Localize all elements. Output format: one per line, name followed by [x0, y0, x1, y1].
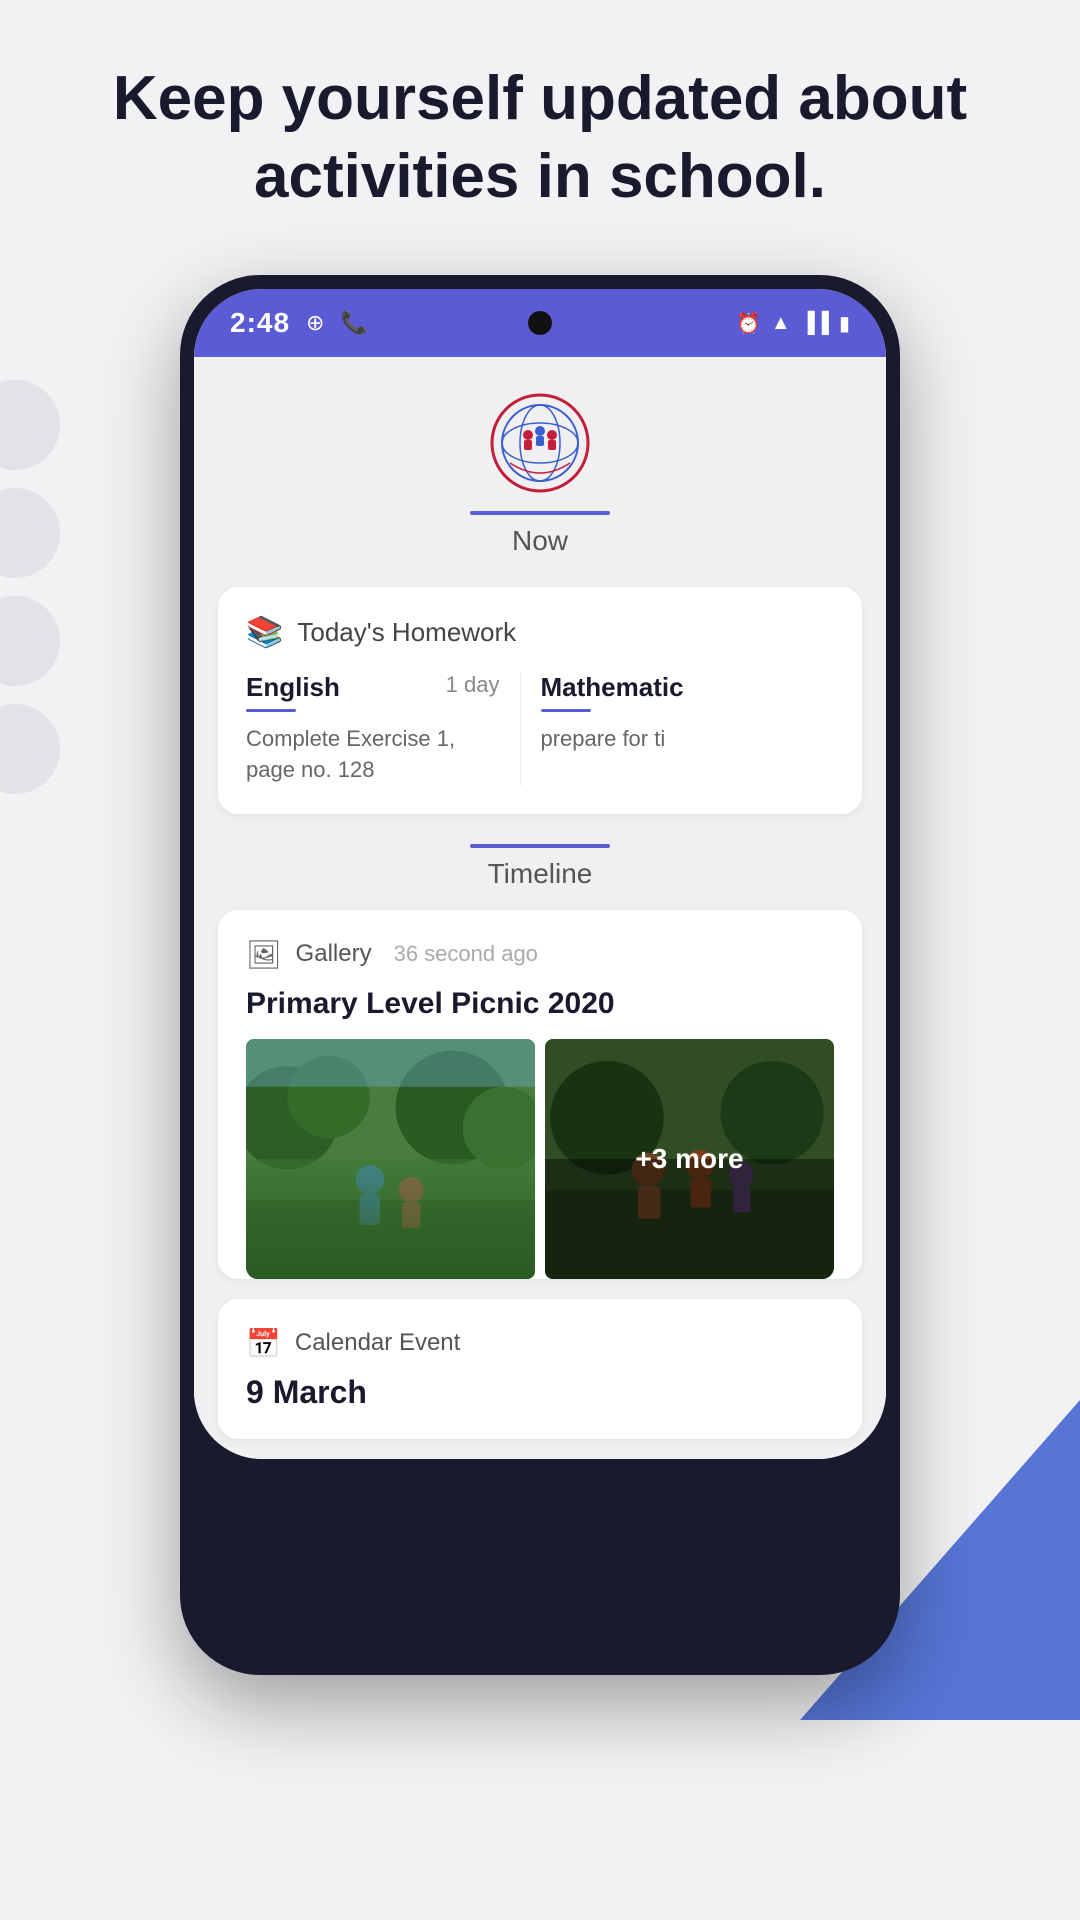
subject-task-english: Complete Exercise 1, page no. 128	[246, 726, 455, 782]
timeline-label[interactable]: Timeline	[488, 858, 593, 890]
gallery-title: Primary Level Picnic 2020	[246, 987, 834, 1021]
status-icons-right: ⏰ ▲ ▐▐ ▮	[736, 311, 850, 336]
subject-task-math: prepare for ti	[541, 726, 666, 751]
hero-title: Keep yourself updated about activities i…	[0, 60, 1080, 215]
subject-math[interactable]: Mathematic prepare for ti	[541, 672, 815, 786]
battery-icon: ▮	[839, 311, 850, 336]
subject-name-english: English	[246, 672, 340, 703]
subject-header-english: English 1 day	[246, 672, 500, 709]
bg-circles	[0, 380, 60, 794]
gallery-time: 36 second ago	[394, 941, 538, 967]
subject-underline-math	[541, 709, 591, 712]
subject-english[interactable]: English 1 day Complete Exercise 1, page …	[246, 672, 521, 786]
whatsapp-icon: 📞	[340, 310, 367, 336]
calendar-icon: 📅	[246, 1327, 281, 1360]
timeline-tab-indicator	[470, 844, 610, 848]
homework-subjects: English 1 day Complete Exercise 1, page …	[246, 672, 834, 786]
more-count-label: +3 more	[635, 1143, 743, 1175]
gallery-icon: 🖼	[246, 938, 282, 971]
subject-underline-english	[246, 709, 296, 712]
maps-icon: ⊕	[306, 310, 324, 336]
more-overlay[interactable]: +3 more	[545, 1039, 834, 1279]
homework-card[interactable]: 📚 Today's Homework English 1 day Complet…	[218, 587, 862, 814]
front-camera	[528, 311, 552, 335]
gallery-card[interactable]: 🖼 Gallery 36 second ago Primary Level Pi…	[218, 910, 862, 1279]
now-tab-label[interactable]: Now	[512, 525, 568, 557]
gallery-grid: +3 more	[246, 1039, 834, 1279]
wifi-icon: ▲	[771, 312, 791, 335]
gallery-card-meta: 🖼 Gallery 36 second ago	[246, 938, 834, 971]
subject-name-math: Mathematic	[541, 672, 684, 703]
calendar-type: Calendar Event	[295, 1329, 460, 1357]
now-tab-indicator	[470, 511, 610, 515]
status-bar: 2:48 ⊕ 📞 ⏰ ▲ ▐▐ ▮	[194, 289, 886, 357]
bg-circle-3	[0, 596, 60, 686]
phone-screen: 2:48 ⊕ 📞 ⏰ ▲ ▐▐ ▮	[194, 289, 886, 1459]
status-time: 2:48	[230, 307, 290, 339]
calendar-card[interactable]: 📅 Calendar Event 9 March	[218, 1299, 862, 1439]
school-logo	[490, 393, 590, 493]
homework-header: 📚 Today's Homework	[246, 615, 834, 650]
calendar-card-meta: 📅 Calendar Event	[246, 1327, 834, 1360]
page-wrapper: Keep yourself updated about activities i…	[0, 0, 1080, 1920]
alarm-icon: ⏰	[736, 311, 761, 336]
homework-icon: 📚	[246, 615, 283, 650]
app-content: Now 📚 Today's Homework English 1 day	[194, 357, 886, 1459]
timeline-section: Timeline	[194, 834, 886, 910]
bg-circle-1	[0, 380, 60, 470]
subject-header-math: Mathematic	[541, 672, 795, 709]
gallery-image-1[interactable]	[246, 1039, 535, 1279]
calendar-date: 9 March	[246, 1374, 834, 1411]
app-header: Now	[194, 357, 886, 577]
gallery-image-2[interactable]: +3 more	[545, 1039, 834, 1279]
subject-due-english: 1 day	[446, 672, 500, 698]
gallery-type: Gallery	[296, 940, 372, 968]
homework-title: Today's Homework	[297, 617, 516, 648]
status-icons-left: 2:48 ⊕ 📞	[230, 307, 368, 339]
phone-frame: 2:48 ⊕ 📞 ⏰ ▲ ▐▐ ▮	[180, 275, 900, 1675]
bg-circle-2	[0, 488, 60, 578]
bg-circle-4	[0, 704, 60, 794]
signal-icon: ▐▐	[801, 312, 829, 335]
